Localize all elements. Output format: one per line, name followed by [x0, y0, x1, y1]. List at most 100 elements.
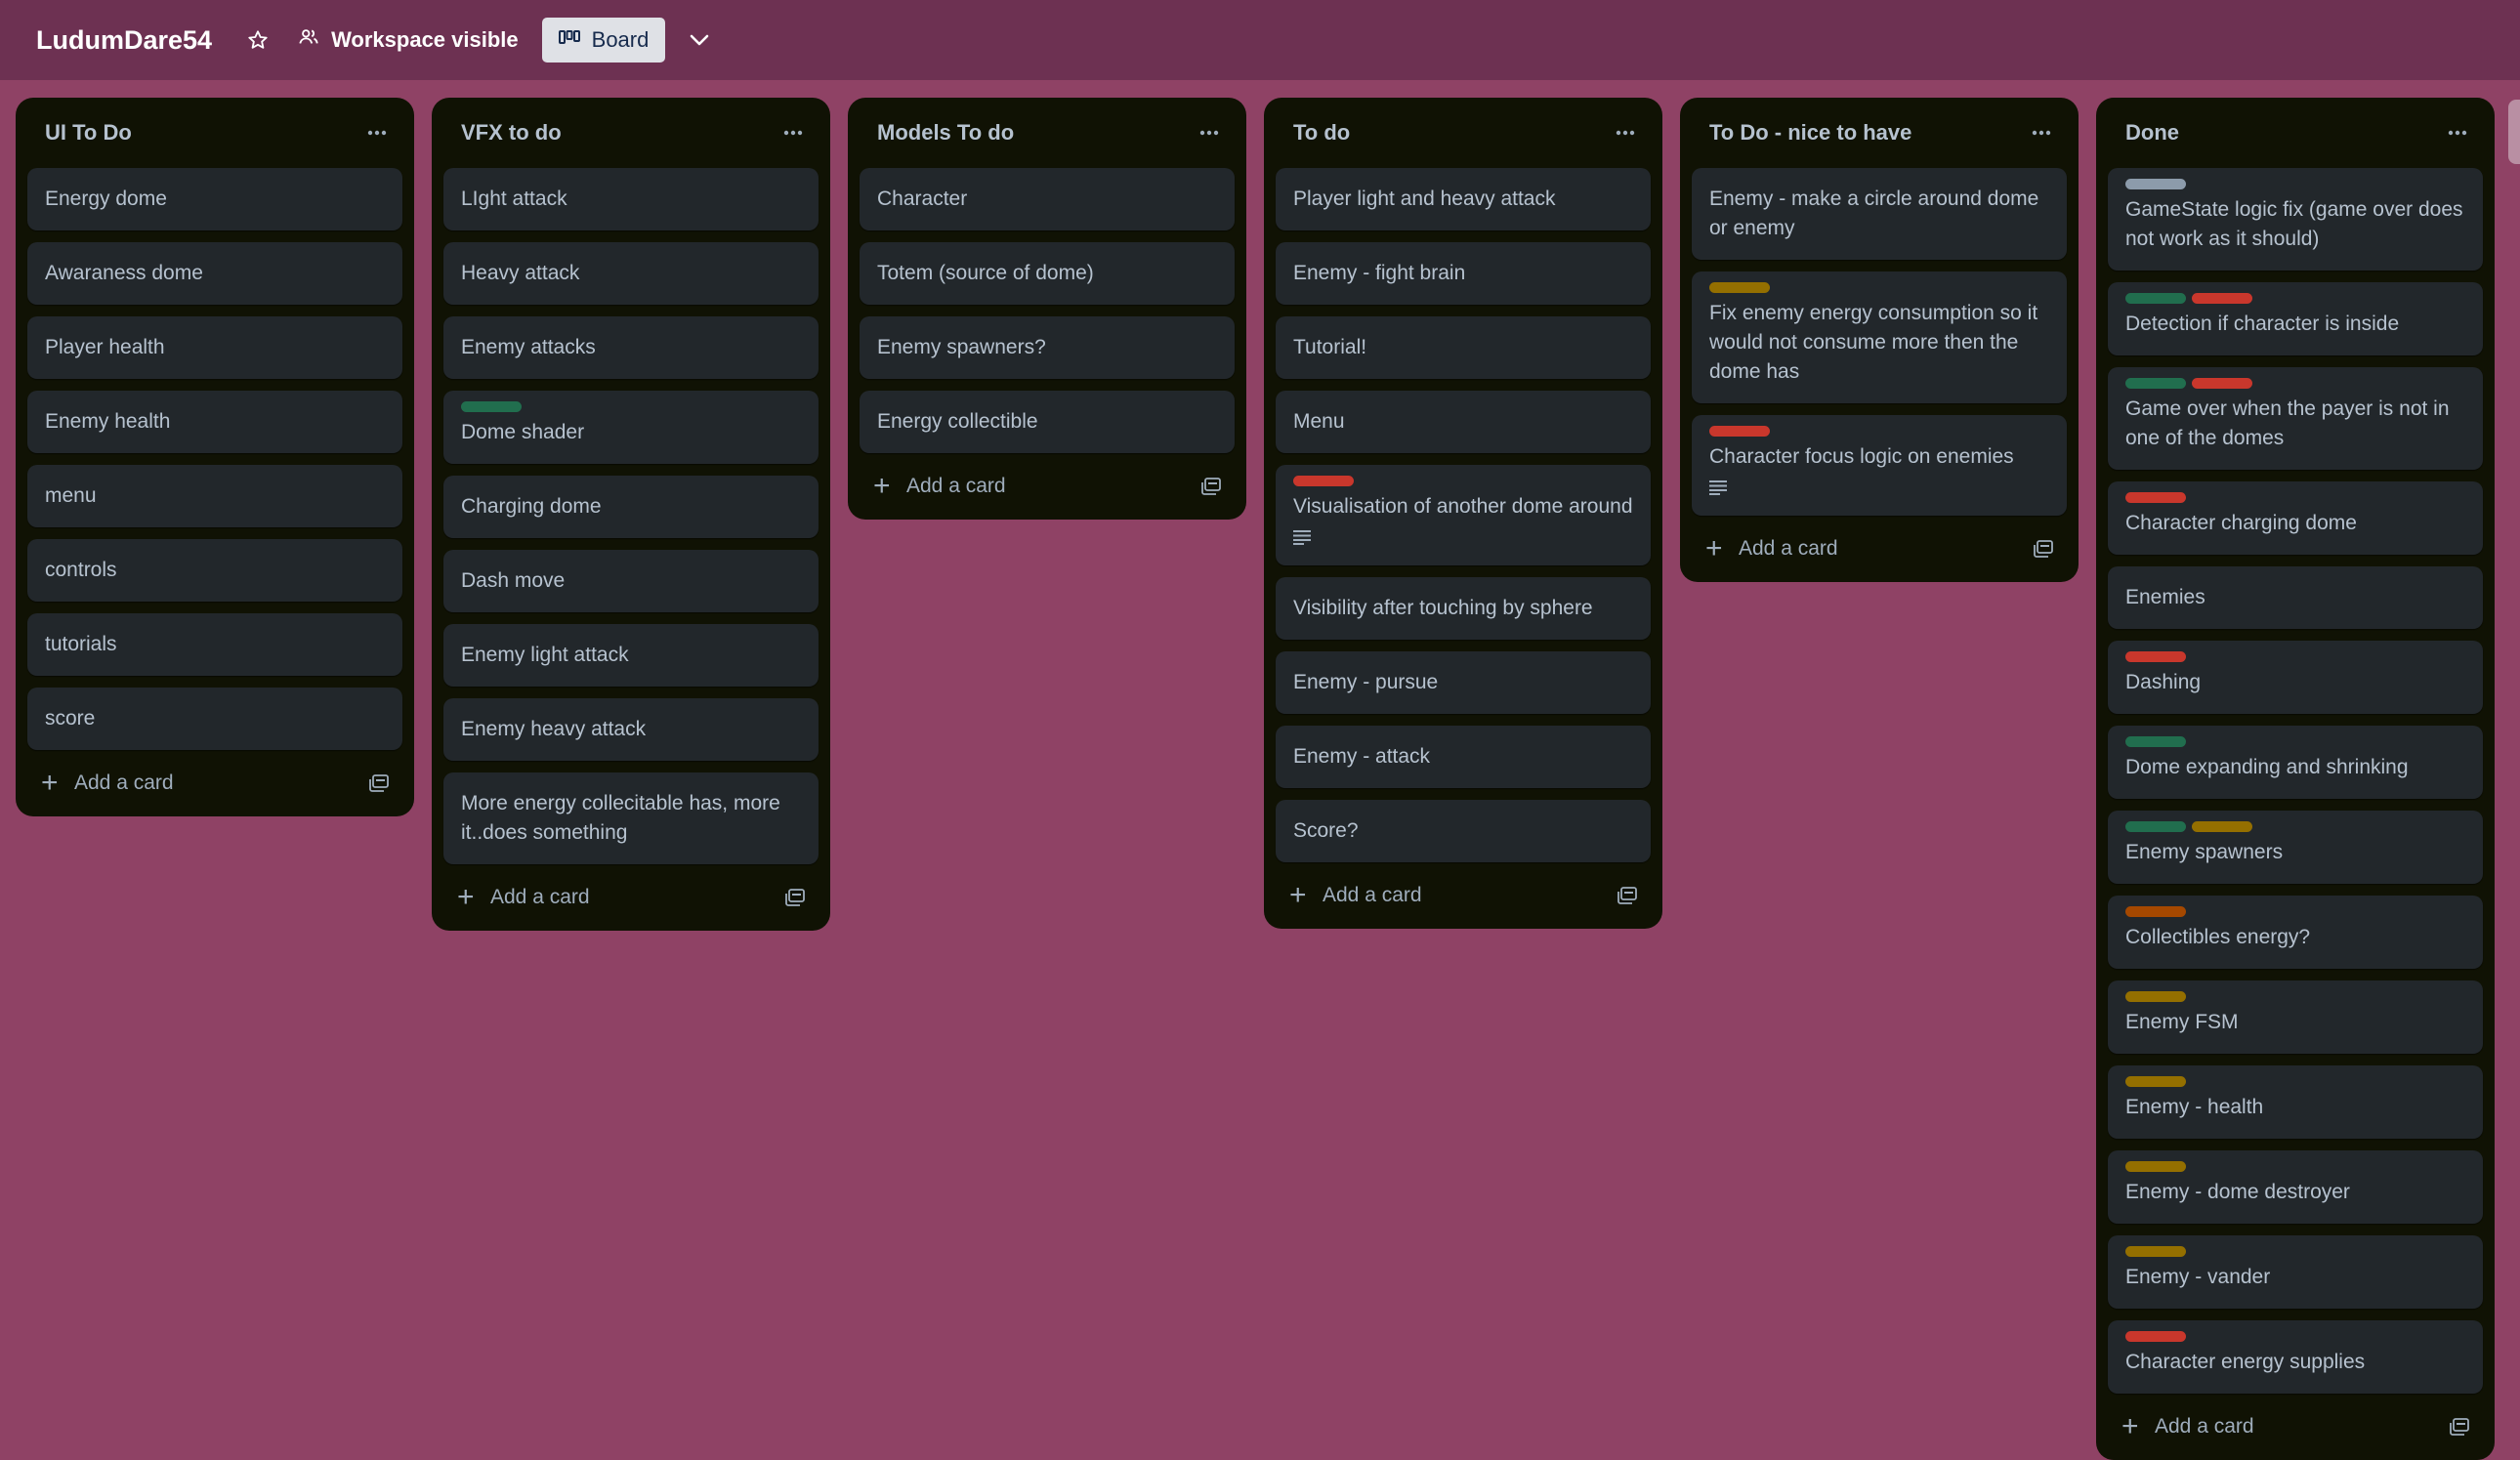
card-label[interactable]: [2125, 179, 2186, 189]
star-icon[interactable]: [243, 25, 273, 55]
card[interactable]: More energy collecitable has, more it..d…: [443, 772, 819, 864]
card-label[interactable]: [461, 401, 522, 412]
card-label[interactable]: [2192, 293, 2252, 304]
card[interactable]: menu: [27, 465, 402, 527]
card[interactable]: Dash move: [443, 550, 819, 612]
list-title[interactable]: UI To Do: [45, 120, 132, 146]
card[interactable]: Energy collectible: [860, 391, 1235, 453]
board-view-button[interactable]: Board: [541, 18, 666, 63]
card[interactable]: Enemy spawners?: [860, 316, 1235, 379]
card-labels: [2125, 1076, 2465, 1087]
card[interactable]: Tutorial!: [1276, 316, 1651, 379]
card[interactable]: Enemies: [2108, 566, 2483, 629]
card-label[interactable]: [2125, 1161, 2186, 1172]
create-from-template-icon[interactable]: [1616, 884, 1639, 907]
card[interactable]: Enemy - fight brain: [1276, 242, 1651, 305]
card[interactable]: Fix enemy energy consumption so it would…: [1692, 271, 2067, 403]
card-label[interactable]: [2125, 651, 2186, 662]
card[interactable]: Menu: [1276, 391, 1651, 453]
create-from-template-icon[interactable]: [2448, 1415, 2471, 1439]
add-card-button[interactable]: + Add a card: [41, 769, 174, 798]
card-label[interactable]: [2125, 991, 2186, 1002]
list-title[interactable]: Done: [2125, 120, 2179, 146]
card[interactable]: Dashing: [2108, 641, 2483, 714]
more-icon[interactable]: [357, 113, 397, 152]
list-title[interactable]: VFX to do: [461, 120, 562, 146]
card[interactable]: Detection if character is inside: [2108, 282, 2483, 355]
card[interactable]: Enemy light attack: [443, 624, 819, 687]
card[interactable]: tutorials: [27, 613, 402, 676]
card[interactable]: Energy dome: [27, 168, 402, 230]
add-card-button[interactable]: + Add a card: [2121, 1412, 2254, 1441]
card[interactable]: Visualisation of another dome around: [1276, 465, 1651, 565]
card-label[interactable]: [2125, 378, 2186, 389]
more-icon[interactable]: [1190, 113, 1229, 152]
list-title[interactable]: To Do - nice to have: [1709, 120, 1911, 146]
card-label[interactable]: [2125, 1076, 2186, 1087]
more-icon[interactable]: [2022, 113, 2061, 152]
create-from-template-icon[interactable]: [1199, 475, 1223, 498]
card[interactable]: score: [27, 688, 402, 750]
card[interactable]: Game over when the payer is not in one o…: [2108, 367, 2483, 470]
card[interactable]: Dome shader: [443, 391, 819, 464]
card-label[interactable]: [1293, 476, 1354, 486]
card[interactable]: Player health: [27, 316, 402, 379]
card[interactable]: LIght attack: [443, 168, 819, 230]
card[interactable]: Enemy FSM: [2108, 980, 2483, 1054]
card-title: Enemy - vander: [2125, 1266, 2271, 1288]
card[interactable]: Enemy heavy attack: [443, 698, 819, 761]
card[interactable]: Collectibles energy?: [2108, 896, 2483, 969]
card[interactable]: Character focus logic on enemies: [1692, 415, 2067, 516]
card-label[interactable]: [2125, 293, 2186, 304]
create-from-template-icon[interactable]: [783, 886, 807, 909]
card[interactable]: Character energy supplies: [2108, 1320, 2483, 1394]
card[interactable]: Enemy - dome destroyer: [2108, 1150, 2483, 1224]
card[interactable]: Charging dome: [443, 476, 819, 538]
card[interactable]: Heavy attack: [443, 242, 819, 305]
add-card-button[interactable]: + Add a card: [1289, 881, 1422, 910]
card[interactable]: Awaraness dome: [27, 242, 402, 305]
card-label[interactable]: [2125, 1246, 2186, 1257]
card[interactable]: GameState logic fix (game over does not …: [2108, 168, 2483, 271]
card[interactable]: Enemy spawners: [2108, 811, 2483, 884]
card[interactable]: Enemy - attack: [1276, 726, 1651, 788]
create-from-template-icon[interactable]: [2032, 537, 2055, 561]
list-title[interactable]: To do: [1293, 120, 1350, 146]
board-title[interactable]: LudumDare54: [36, 25, 212, 56]
add-card-button[interactable]: + Add a card: [1705, 534, 1838, 563]
card-label[interactable]: [2125, 906, 2186, 917]
card[interactable]: Enemy health: [27, 391, 402, 453]
more-icon[interactable]: [2438, 113, 2477, 152]
card[interactable]: controls: [27, 539, 402, 602]
more-icon[interactable]: [774, 113, 813, 152]
more-icon[interactable]: [1606, 113, 1645, 152]
add-card-button[interactable]: + Add a card: [457, 883, 590, 912]
create-from-template-icon[interactable]: [367, 772, 391, 795]
chevron-down-icon[interactable]: [685, 25, 714, 55]
card[interactable]: Dome expanding and shrinking: [2108, 726, 2483, 799]
card-label[interactable]: [2192, 821, 2252, 832]
card[interactable]: Score?: [1276, 800, 1651, 862]
card[interactable]: Character: [860, 168, 1235, 230]
card[interactable]: Totem (source of dome): [860, 242, 1235, 305]
card[interactable]: Enemy - make a circle around dome or ene…: [1692, 168, 2067, 260]
card-label[interactable]: [2125, 492, 2186, 503]
card[interactable]: Enemy - pursue: [1276, 651, 1651, 714]
card[interactable]: Enemy - vander: [2108, 1235, 2483, 1309]
card[interactable]: Player light and heavy attack: [1276, 168, 1651, 230]
board-scroll-handle[interactable]: [2508, 100, 2520, 164]
add-card-row: + Add a card: [2108, 1394, 2483, 1460]
visibility-button[interactable]: Workspace visible: [298, 26, 519, 54]
card-label[interactable]: [2125, 1331, 2186, 1342]
list-title[interactable]: Models To do: [877, 120, 1014, 146]
card[interactable]: Enemy attacks: [443, 316, 819, 379]
card-label[interactable]: [1709, 282, 1770, 293]
card-label[interactable]: [1709, 426, 1770, 437]
card[interactable]: Character charging dome: [2108, 481, 2483, 555]
card[interactable]: Visibility after touching by sphere: [1276, 577, 1651, 640]
card-label[interactable]: [2125, 821, 2186, 832]
card-label[interactable]: [2125, 736, 2186, 747]
card[interactable]: Enemy - health: [2108, 1065, 2483, 1139]
add-card-button[interactable]: + Add a card: [873, 472, 1006, 501]
card-label[interactable]: [2192, 378, 2252, 389]
